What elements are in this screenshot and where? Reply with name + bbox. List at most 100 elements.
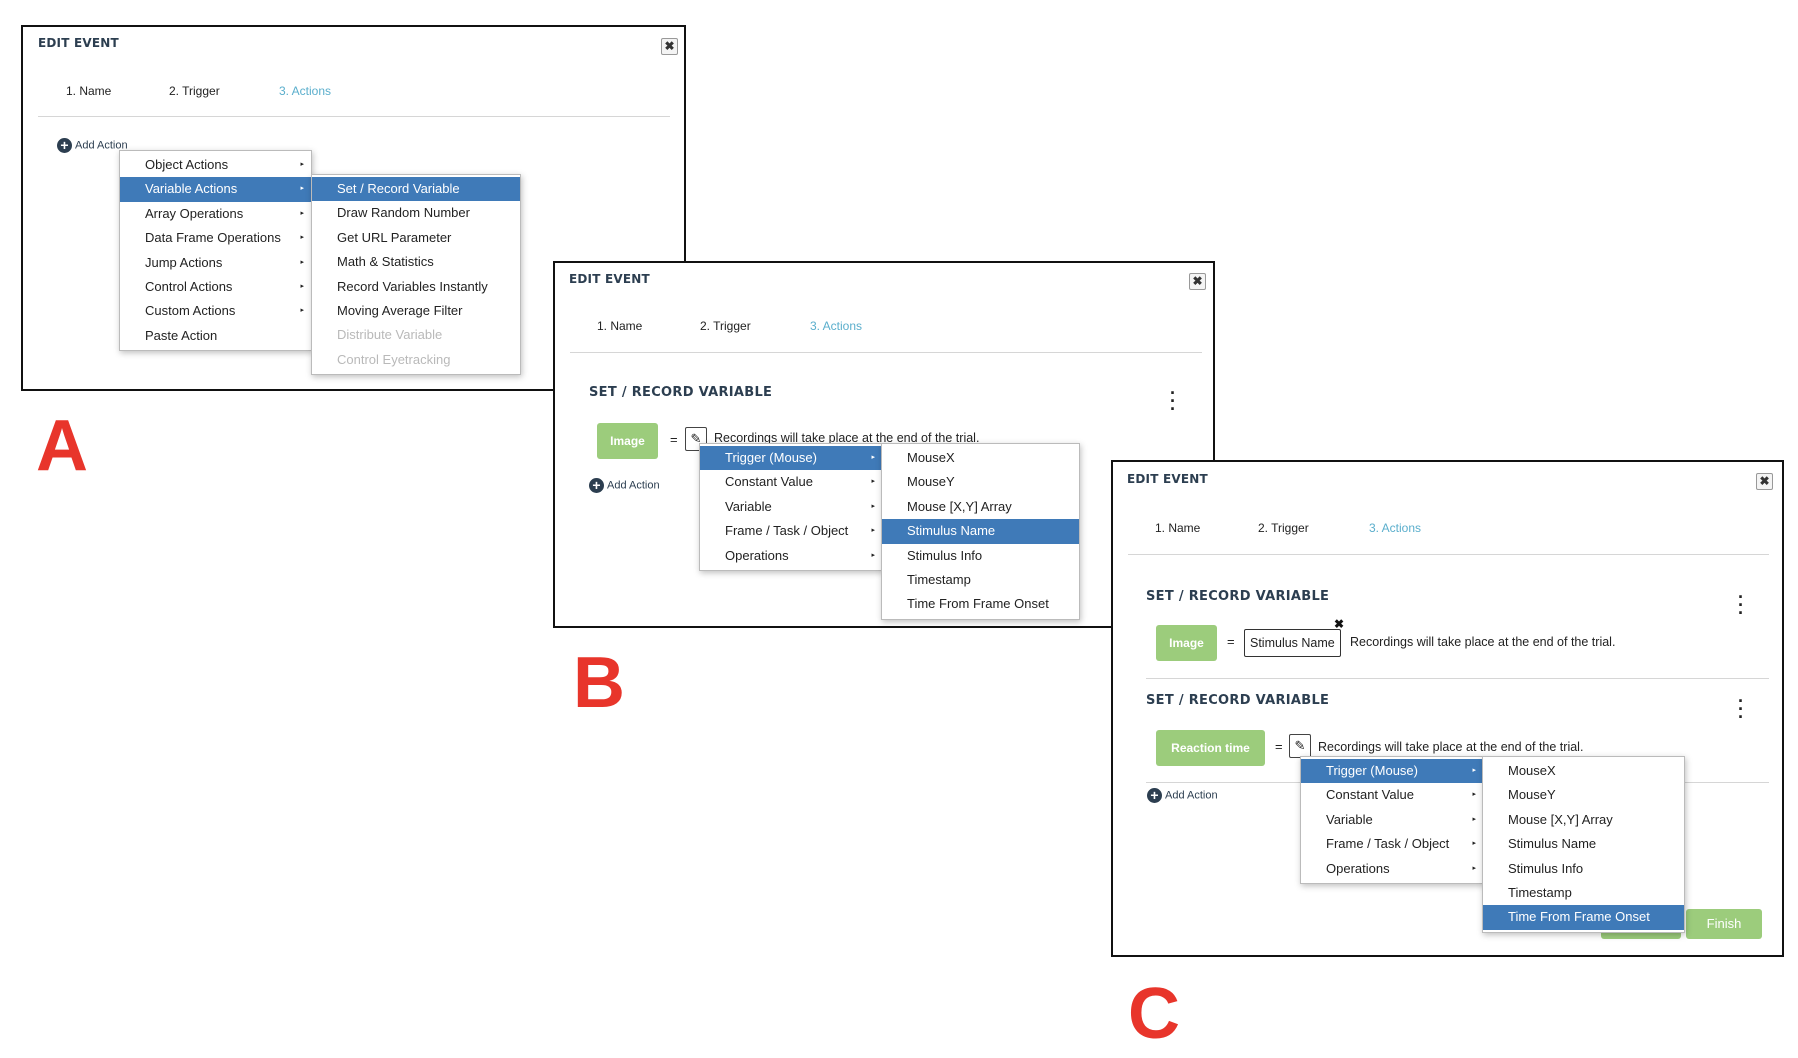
menu-item-mouse-xy-array[interactable]: Mouse [X,Y] Array [882, 495, 1079, 519]
submenu-arrow-icon: ▸ [300, 161, 304, 168]
close-icon[interactable]: ✖ [661, 38, 678, 55]
variable-badge[interactable]: Reaction time [1156, 730, 1265, 766]
submenu-arrow-icon: ▸ [1472, 864, 1476, 872]
menu-item-variable[interactable]: Variable ▸ [700, 495, 882, 519]
equals-sign: = [670, 432, 678, 447]
menu-item-timestamp[interactable]: Timestamp [1483, 881, 1684, 905]
section-title: SET / RECORD VARIABLE [1146, 693, 1330, 708]
trigger-mouse-submenu: MouseX MouseY Mouse [X,Y] Array Stimulus… [881, 443, 1080, 620]
label-c: C [1128, 974, 1180, 1054]
tab-name[interactable]: 1. Name [66, 84, 111, 98]
menu-item-distribute-variable: Distribute Variable [337, 327, 443, 343]
menu-item-stimulus-name[interactable]: Stimulus Name [1483, 832, 1684, 856]
tab-name[interactable]: 1. Name [597, 319, 642, 333]
plus-circle-icon: + [589, 478, 604, 493]
submenu-arrow-icon: ▸ [1472, 815, 1476, 823]
menu-item-paste-action[interactable]: Paste Action [120, 324, 311, 348]
submenu-arrow-icon: ▸ [300, 307, 304, 315]
menu-item-trigger-mouse[interactable]: Trigger (Mouse) ▸ [1301, 759, 1483, 784]
dialog-title: EDIT EVENT [1127, 472, 1208, 486]
menu-item-draw-random-number[interactable]: Draw Random Number [312, 201, 520, 225]
menu-item-jump-actions[interactable]: Jump Actions ▸ [120, 251, 311, 275]
menu-item-stimulus-info[interactable]: Stimulus Info [1483, 857, 1684, 881]
tab-trigger[interactable]: 2. Trigger [1258, 521, 1309, 535]
tab-actions[interactable]: 3. Actions [1369, 521, 1421, 535]
menu-item-operations[interactable]: Operations ▸ [700, 544, 882, 568]
more-options-icon[interactable]: · · · [1738, 692, 1744, 726]
menu-item-array-operations[interactable]: Array Operations ▸ [120, 202, 311, 226]
submenu-arrow-icon: ▸ [871, 502, 875, 510]
plus-circle-icon: + [57, 138, 72, 153]
submenu-arrow-icon: ▸ [1472, 791, 1476, 799]
tab-actions[interactable]: 3. Actions [810, 319, 862, 333]
add-action-button[interactable]: + Add Action [57, 138, 128, 153]
finish-button[interactable]: Finish [1686, 909, 1762, 939]
submenu-arrow-icon: ▸ [300, 282, 304, 290]
menu-item-object-actions[interactable]: Object Actions ▸ [120, 153, 311, 177]
tab-name[interactable]: 1. Name [1155, 521, 1200, 535]
menu-item-constant-value[interactable]: Constant Value ▸ [1301, 783, 1483, 807]
menu-item-mousey[interactable]: MouseY [882, 470, 1079, 494]
section-divider [1146, 678, 1769, 679]
tab-trigger[interactable]: 2. Trigger [169, 84, 220, 98]
variable-badge[interactable]: Image [597, 423, 658, 459]
menu-item-frame-task-object[interactable]: Frame / Task / Object ▸ [700, 519, 882, 543]
menu-item-constant-value[interactable]: Constant Value ▸ [700, 470, 882, 494]
menu-item-timestamp[interactable]: Timestamp [882, 568, 1079, 592]
tab-divider [570, 352, 1202, 353]
menu-item-time-from-frame-onset[interactable]: Time From Frame Onset [1483, 905, 1684, 930]
more-options-icon[interactable]: · · · [1170, 384, 1176, 418]
section-title: SET / RECORD VARIABLE [589, 385, 773, 400]
recordings-note: Recordings will take place at the end of… [1350, 635, 1616, 649]
menu-item-mouse-xy-array[interactable]: Mouse [X,Y] Array [1483, 808, 1684, 832]
menu-item-custom-actions[interactable]: Custom Actions ▸ [120, 299, 311, 323]
add-action-label: Add Action [607, 479, 660, 492]
pencil-icon[interactable]: ✎ [1289, 734, 1311, 758]
remove-value-icon[interactable]: ✖ [1334, 617, 1344, 631]
submenu-arrow-icon: ▸ [871, 527, 875, 535]
menu-item-mousex[interactable]: MouseX [882, 446, 1079, 470]
menu-item-get-url-parameter[interactable]: Get URL Parameter [312, 226, 520, 250]
add-action-button[interactable]: + Add Action [589, 478, 660, 493]
submenu-arrow-icon: ▸ [1472, 840, 1476, 848]
menu-item-moving-average-filter[interactable]: Moving Average Filter [312, 299, 520, 323]
menu-item-time-from-frame-onset[interactable]: Time From Frame Onset [882, 592, 1079, 616]
add-action-button[interactable]: + Add Action [1147, 788, 1218, 803]
menu-item-control-actions[interactable]: Control Actions ▸ [120, 275, 311, 299]
action-category-menu: Object Actions ▸ Variable Actions ▸ Array … [119, 150, 312, 352]
plus-circle-icon: + [1147, 788, 1162, 803]
menu-item-operations[interactable]: Operations ▸ [1301, 857, 1483, 881]
menu-item-set-record-variable[interactable]: Set / Record Variable [312, 177, 520, 202]
submenu-arrow-icon: ▸ [300, 209, 304, 217]
menu-item-trigger-mouse[interactable]: Trigger (Mouse) ▸ [700, 446, 882, 471]
dialog-title: EDIT EVENT [569, 272, 650, 286]
menu-item-mousex[interactable]: MouseX [1483, 759, 1684, 783]
recordings-note: Recordings will take place at the end of… [1318, 740, 1584, 754]
label-b: B [573, 643, 625, 723]
menu-item-math-statistics[interactable]: Math & Statistics [312, 250, 520, 274]
variable-badge[interactable]: Image [1156, 625, 1217, 661]
submenu-arrow-icon: ▸ [300, 185, 304, 193]
value-field[interactable]: Stimulus Name [1244, 629, 1341, 657]
more-options-icon[interactable]: · · · [1738, 588, 1744, 622]
add-action-label: Add Action [1165, 789, 1218, 802]
menu-item-stimulus-info[interactable]: Stimulus Info [882, 544, 1079, 568]
close-icon[interactable]: ✖ [1189, 273, 1206, 290]
submenu-arrow-icon: ▸ [300, 258, 304, 266]
submenu-arrow-icon: ▸ [1472, 767, 1476, 774]
menu-item-variable-actions[interactable]: Variable Actions ▸ [120, 177, 311, 202]
menu-item-variable[interactable]: Variable ▸ [1301, 808, 1483, 832]
equals-sign: = [1227, 634, 1235, 649]
menu-item-record-variables-instantly[interactable]: Record Variables Instantly [312, 275, 520, 299]
menu-item-data-frame-operations[interactable]: Data Frame Operations ▸ [120, 226, 311, 250]
submenu-arrow-icon: ▸ [871, 454, 875, 461]
menu-item-control-eyetracking: Control Eyetracking [337, 351, 451, 367]
tab-trigger[interactable]: 2. Trigger [700, 319, 751, 333]
label-a: A [36, 406, 88, 486]
submenu-arrow-icon: ▸ [871, 551, 875, 559]
tab-actions[interactable]: 3. Actions [279, 84, 331, 98]
menu-item-frame-task-object[interactable]: Frame / Task / Object ▸ [1301, 832, 1483, 856]
menu-item-stimulus-name[interactable]: Stimulus Name [882, 519, 1079, 544]
menu-item-mousey[interactable]: MouseY [1483, 783, 1684, 807]
close-icon[interactable]: ✖ [1756, 473, 1773, 490]
